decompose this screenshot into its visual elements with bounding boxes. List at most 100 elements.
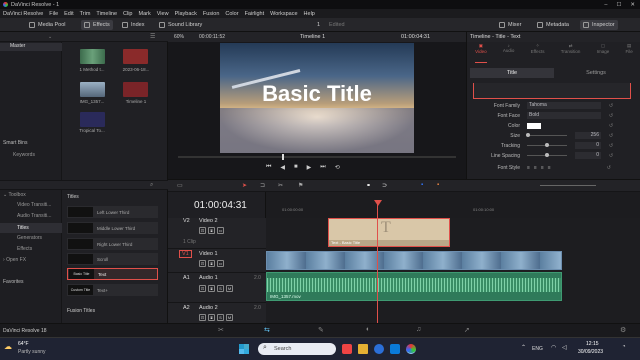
- settings-icon[interactable]: ⚙: [620, 326, 626, 334]
- track-visibility-icon[interactable]: ▭: [217, 227, 224, 234]
- reset-icon[interactable]: ↺: [609, 153, 613, 159]
- track-name[interactable]: Video 2: [199, 218, 218, 224]
- audio-clip[interactable]: IMG_1357.mov: [266, 272, 562, 301]
- track-header-v1[interactable]: V1 Video 1 ⊡ ⧈ ▭: [168, 249, 266, 273]
- line-spacing-value[interactable]: 0: [575, 152, 601, 159]
- brave-browser-icon[interactable]: [342, 344, 352, 354]
- rich-text-field[interactable]: [473, 83, 631, 99]
- auto-select-icon[interactable]: ⧈: [208, 227, 215, 234]
- menu-clip[interactable]: Clip: [123, 11, 132, 17]
- slider-thumb[interactable]: [526, 133, 530, 137]
- video-clip[interactable]: [266, 251, 562, 270]
- category-effects[interactable]: Effects: [17, 246, 32, 252]
- list-view-icon[interactable]: ☰: [150, 33, 155, 40]
- solo-button[interactable]: S: [217, 285, 224, 292]
- size-value[interactable]: 256: [575, 132, 601, 139]
- link-icon[interactable]: ⚭: [366, 182, 371, 189]
- fusion-page-icon[interactable]: ✎: [318, 326, 324, 334]
- tab-video[interactable]: ▣ Video: [475, 43, 487, 63]
- tab-transition[interactable]: ⇄ Transition: [561, 43, 581, 63]
- category-video-transitions[interactable]: Video Transiti...: [17, 202, 51, 208]
- maximize-button[interactable]: ☐: [616, 2, 621, 8]
- zoom-level[interactable]: 60%: [174, 34, 184, 40]
- taskbar-search[interactable]: ⌕ Search: [258, 343, 336, 355]
- subtab-settings[interactable]: Settings: [554, 68, 638, 78]
- blade-tool-icon[interactable]: ✂: [278, 182, 283, 189]
- lock-icon[interactable]: ⊡: [199, 227, 206, 234]
- file-explorer-icon[interactable]: [358, 344, 368, 354]
- menu-davinci[interactable]: DaVinci Resolve: [3, 11, 43, 17]
- wifi-icon[interactable]: ◠: [551, 344, 556, 351]
- solo-button[interactable]: S: [217, 314, 224, 321]
- marker-icon[interactable]: ▪: [437, 182, 439, 188]
- weather-description[interactable]: Partly sunny: [18, 349, 46, 355]
- snapping-icon[interactable]: ⊃: [382, 182, 387, 189]
- fairlight-page-icon[interactable]: ♫: [416, 326, 421, 333]
- tab-audio[interactable]: ♪ Audio: [503, 43, 515, 63]
- reset-icon[interactable]: ↺: [609, 133, 613, 139]
- size-slider[interactable]: [526, 133, 567, 137]
- font-face-dropdown[interactable]: Bold: [527, 112, 601, 119]
- playhead-handle[interactable]: [374, 200, 382, 206]
- play-reverse-icon[interactable]: ◀: [280, 164, 285, 171]
- font-family-dropdown[interactable]: Tahoma: [527, 102, 601, 109]
- effects-button[interactable]: Effects: [81, 20, 113, 30]
- timeline-playhead[interactable]: [377, 201, 378, 324]
- menu-file[interactable]: File: [49, 11, 58, 17]
- auto-select-icon[interactable]: ⧈: [208, 260, 215, 267]
- windows-start-icon[interactable]: [239, 344, 249, 354]
- media-pool-button[interactable]: Media Pool: [26, 20, 69, 30]
- menu-trim[interactable]: Trim: [80, 11, 91, 17]
- menu-color[interactable]: Color: [225, 11, 238, 17]
- reset-icon[interactable]: ↺: [609, 113, 613, 119]
- menu-fairlight[interactable]: Fairlight: [245, 11, 265, 17]
- video-preview[interactable]: Basic Title: [220, 43, 414, 153]
- trim-tool-icon[interactable]: ⊐: [260, 182, 265, 189]
- category-titles[interactable]: Titles: [0, 223, 62, 233]
- tab-file[interactable]: ▤ File: [626, 43, 633, 63]
- title-item-right-lower-third[interactable]: Right Lower Third: [67, 238, 158, 250]
- layout-icon[interactable]: ▭: [177, 182, 183, 189]
- menu-fusion[interactable]: Fusion: [203, 11, 220, 17]
- edge-browser-icon[interactable]: [374, 344, 384, 354]
- go-to-start-icon[interactable]: ⏮: [266, 164, 271, 171]
- index-button[interactable]: Index: [119, 20, 147, 30]
- track-name[interactable]: Audio 2: [199, 305, 218, 311]
- menu-timeline[interactable]: Timeline: [96, 11, 117, 17]
- slider-thumb[interactable]: [545, 153, 549, 157]
- davinci-resolve-taskbar-icon[interactable]: [406, 344, 416, 354]
- reset-icon[interactable]: ↺: [609, 143, 613, 149]
- deliver-page-icon[interactable]: ➚: [464, 326, 470, 334]
- scrubber-playhead[interactable]: [282, 154, 284, 160]
- subtab-title[interactable]: Title: [470, 68, 554, 78]
- title-item-left-lower-third[interactable]: Left Lower Third: [67, 206, 158, 218]
- line-spacing-slider[interactable]: [527, 153, 567, 157]
- edit-page-icon[interactable]: ⇆: [264, 326, 270, 334]
- slider-thumb[interactable]: [545, 143, 549, 147]
- menu-edit[interactable]: Edit: [64, 11, 73, 17]
- mixer-button[interactable]: Mixer: [496, 20, 524, 30]
- scrubber-track[interactable]: [178, 154, 456, 160]
- category-generators[interactable]: Generators: [17, 235, 42, 241]
- clock-time[interactable]: 12:15: [586, 341, 599, 347]
- auto-select-icon[interactable]: ⧈: [208, 285, 215, 292]
- category-open-fx[interactable]: › Open FX: [3, 257, 26, 263]
- flag-icon[interactable]: ⚑: [298, 182, 303, 189]
- inspector-button[interactable]: Inspector: [580, 20, 618, 30]
- close-button[interactable]: ✕: [630, 2, 635, 8]
- track-header-v2[interactable]: V2 Video 2 ⊡ ⧈ ▭ 1 Clip: [168, 218, 266, 249]
- tab-effects[interactable]: ✧ Effects: [531, 43, 545, 63]
- menu-workspace[interactable]: Workspace: [270, 11, 297, 17]
- color-page-icon[interactable]: ◐: [366, 326, 370, 333]
- go-to-end-icon[interactable]: ⏭: [320, 164, 325, 171]
- tray-chevron-icon[interactable]: ⌃: [521, 344, 526, 351]
- mute-button[interactable]: M: [226, 285, 233, 292]
- menu-playback[interactable]: Playback: [175, 11, 197, 17]
- align-left-icon[interactable]: ≡: [527, 165, 530, 171]
- menu-view[interactable]: View: [157, 11, 169, 17]
- auto-select-icon[interactable]: ⧈: [208, 314, 215, 321]
- loop-icon[interactable]: ⟲: [335, 164, 340, 171]
- notification-icon[interactable]: ◔: [622, 344, 626, 350]
- align-center-icon[interactable]: ≡: [534, 165, 537, 171]
- lock-icon[interactable]: ⊡: [199, 285, 206, 292]
